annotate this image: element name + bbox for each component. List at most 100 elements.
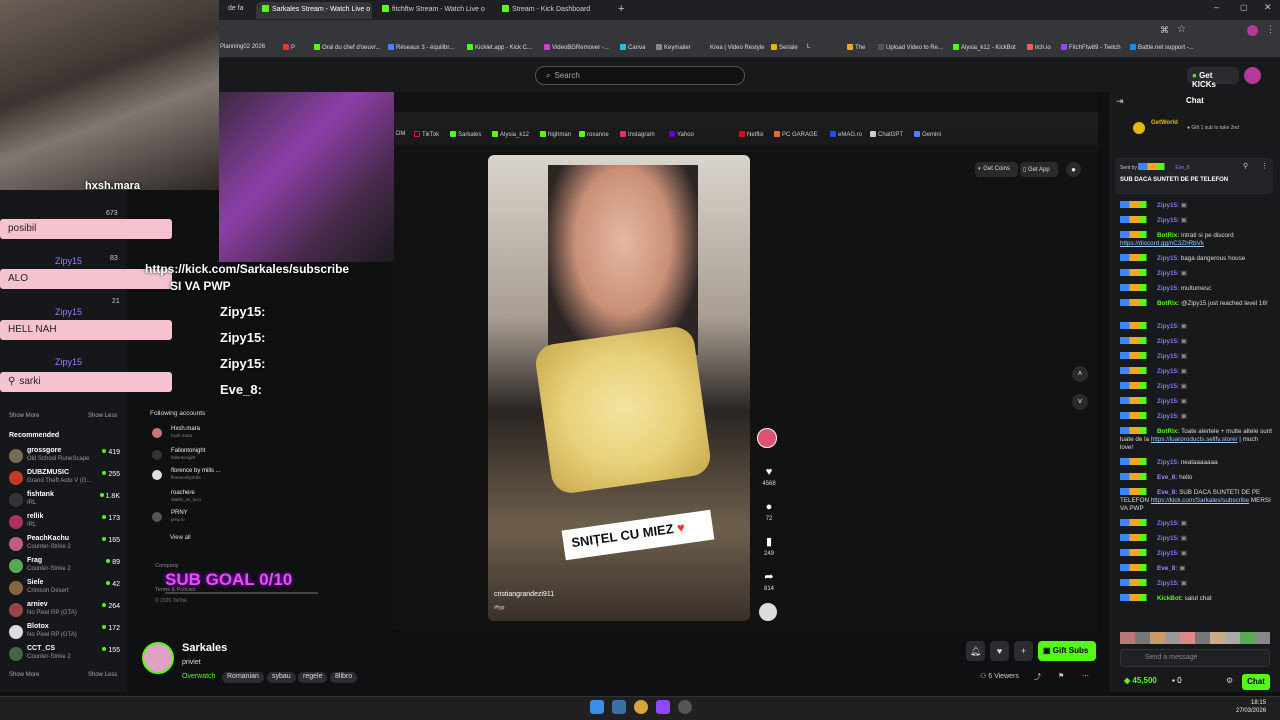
chat-username[interactable]: Zipy15: xyxy=(1157,353,1181,360)
following-item[interactable]: Fallontonight fallontonight xyxy=(150,448,260,462)
bookmark[interactable]: roxanne xyxy=(579,131,609,138)
show-more-link[interactable]: Show More xyxy=(9,672,39,678)
browser-tab[interactable]: fitchftw Stream - Watch Live o xyxy=(376,2,492,19)
recommended-channel[interactable]: PeachKachu Counter-Strike 2 165 xyxy=(9,535,124,557)
bookmark[interactable]: TikTok xyxy=(414,131,439,138)
system-clock[interactable]: 18:15 27/03/2026 xyxy=(1236,699,1266,715)
maximize-icon[interactable]: ▢ xyxy=(1240,3,1248,12)
comment-action[interactable]: ● 72 xyxy=(760,500,778,522)
company-link[interactable]: Company xyxy=(155,563,179,569)
recommended-channel[interactable]: Sieſe Crimson Desert 42 xyxy=(9,579,124,601)
chrome-icon[interactable] xyxy=(634,700,648,714)
get-kicks-button[interactable]: ● Get KICKs xyxy=(1187,67,1239,89)
collapse-chat-icon[interactable]: ⇥ xyxy=(1116,96,1124,107)
recommended-channel[interactable]: Blotox No Pixel RP (GTA) 172 xyxy=(9,623,124,645)
bookmark[interactable]: Yahoo xyxy=(669,131,694,138)
chat-username[interactable]: Zipy15: xyxy=(1157,398,1181,405)
user-avatar[interactable] xyxy=(1244,67,1261,84)
chat-link[interactable]: https://discord.gg/nC3ZhRbVk xyxy=(1120,240,1204,247)
bookmark[interactable]: Battle.net support -... xyxy=(1130,44,1194,51)
share-action[interactable]: ➦ 814 xyxy=(760,570,778,592)
bookmark[interactable]: highman xyxy=(540,131,571,138)
chevron-up-icon[interactable]: ˄ xyxy=(1072,366,1088,382)
chat-username[interactable]: Zipy15: xyxy=(1157,535,1181,542)
bookmark[interactable]: The xyxy=(847,44,865,51)
minimize-icon[interactable]: – xyxy=(1214,2,1219,12)
bookmark[interactable]: ChatGPT xyxy=(870,131,903,138)
settings-app-icon[interactable] xyxy=(678,700,692,714)
chat-username[interactable]: Eve_8: xyxy=(1157,565,1179,572)
translate-icon[interactable]: ⌘ xyxy=(1160,25,1169,36)
new-tab-icon[interactable]: + xyxy=(618,3,624,15)
notification-bell-icon[interactable]: 🔔︎ xyxy=(966,641,985,661)
bookmark[interactable]: P xyxy=(283,44,295,51)
chat-username[interactable]: Zipy15: xyxy=(1157,550,1181,557)
video-creator[interactable]: cristiangrandezi911 xyxy=(494,591,554,598)
more-icon[interactable]: ⋮ xyxy=(1261,162,1268,170)
bookmark[interactable]: Réseaux 3 - équilibr... xyxy=(388,44,454,51)
recommended-channel[interactable]: arniev No Pixel RP (GTA) 264 xyxy=(9,601,124,623)
show-less-link[interactable]: Show Less xyxy=(88,672,117,678)
following-item[interactable]: roachere diablo_es_loco xyxy=(150,490,260,504)
recommended-channel[interactable]: fishtank IRL 1.8K xyxy=(9,491,124,513)
chat-username[interactable]: Zipy15: xyxy=(1157,338,1181,345)
windows-start-icon[interactable] xyxy=(590,700,604,714)
chat-username[interactable]: Eve_8: xyxy=(1157,489,1179,496)
stream-category[interactable]: Overwatch xyxy=(182,673,215,680)
chat-username[interactable]: Zipy15: xyxy=(1157,255,1181,262)
tiktok-video[interactable]: SNIȚEL CU MIEZ ♥ cristiangrandezi911 #fy… xyxy=(488,155,750,621)
app-icon[interactable] xyxy=(656,700,670,714)
channel-avatar[interactable] xyxy=(142,642,174,674)
chat-username[interactable]: Zipy15: xyxy=(1157,413,1181,420)
emote-bar[interactable] xyxy=(1120,632,1270,644)
chat-username[interactable]: Zipy15: xyxy=(1157,520,1181,527)
chat-username[interactable]: Zipy15: xyxy=(1157,459,1181,466)
profile-avatar[interactable] xyxy=(1247,25,1258,36)
bookmark[interactable]: PC GARAGE xyxy=(774,131,818,138)
chat-username[interactable]: Eve_8: xyxy=(1157,474,1179,481)
following-item[interactable]: florence by mills ... florencebymills xyxy=(150,468,260,482)
share-plus-icon[interactable]: + xyxy=(1014,641,1033,661)
bookmark[interactable]: Sarkales xyxy=(450,131,481,138)
file-explorer-icon[interactable] xyxy=(612,700,626,714)
stream-tag[interactable]: Romanian xyxy=(222,672,264,683)
bookmark[interactable]: itch.io xyxy=(1027,44,1051,51)
get-coins-button[interactable]: ◐ Get Coins xyxy=(975,162,1018,177)
chat-username[interactable]: Zipy15: xyxy=(1157,217,1181,224)
bookmark[interactable]: eMAG.ro xyxy=(830,131,862,138)
bookmark[interactable]: VideoBGRemover -... xyxy=(544,44,609,51)
bookmark[interactable]: Instagram xyxy=(620,131,655,138)
more-options-icon[interactable]: ⋯ xyxy=(1082,672,1089,680)
recommended-channel[interactable]: DUBZMUSIC Grand Theft Auto V (G... 255 xyxy=(9,469,124,491)
bookmark[interactable]: FitchFtw89 - Twitch xyxy=(1061,44,1121,51)
chat-input[interactable]: Send a message xyxy=(1120,649,1270,667)
get-app-button[interactable]: ▯ Get App xyxy=(1020,162,1058,177)
chat-send-button[interactable]: Chat xyxy=(1242,674,1270,690)
chat-username[interactable]: Zipy15: xyxy=(1157,285,1181,292)
profile-icon[interactable]: ● xyxy=(1066,162,1081,177)
bookmark[interactable]: Alysia_k12 - KickBot xyxy=(953,44,1016,51)
recommended-channel[interactable]: grossgore Old School RuneScape 419 xyxy=(9,447,124,469)
channel-name[interactable]: Sarkales xyxy=(182,642,227,654)
chat-username[interactable]: Zipy15: xyxy=(1157,580,1181,587)
chat-username[interactable]: KickBot: xyxy=(1157,595,1185,602)
bookmark[interactable]: DM xyxy=(396,131,405,137)
chat-username[interactable]: BotRix: xyxy=(1157,232,1181,239)
chat-link[interactable]: https://kick.com/Sarkales/subscribe xyxy=(1151,497,1249,504)
like-action[interactable]: ♥ 4568 xyxy=(760,465,778,487)
share-icon[interactable]: ⤴ xyxy=(1034,672,1041,682)
recommended-channel[interactable]: CCT_CS Counter-Strike 2 155 xyxy=(9,645,124,667)
bookmark[interactable]: Seriale xyxy=(771,44,798,51)
show-less-link[interactable]: Show Less xyxy=(88,413,117,419)
chevron-down-icon[interactable]: ˅ xyxy=(1072,394,1088,410)
video-hashtag[interactable]: #fyp xyxy=(494,605,504,611)
bookmark[interactable]: Keymailer xyxy=(656,44,691,51)
bookmark[interactable]: L xyxy=(807,44,810,50)
following-item[interactable]: PRNY prny.ro xyxy=(150,510,260,524)
gift-subs-button[interactable]: ▣ Gift Subs xyxy=(1038,641,1096,661)
bookmark-action[interactable]: ▮ 249 xyxy=(760,535,778,557)
creator-avatar[interactable] xyxy=(757,428,777,448)
recommended-channel[interactable]: rellik IRL 173 xyxy=(9,513,124,535)
bookmark[interactable]: Canva xyxy=(620,44,645,51)
chat-username[interactable]: Zipy15: xyxy=(1157,270,1181,277)
